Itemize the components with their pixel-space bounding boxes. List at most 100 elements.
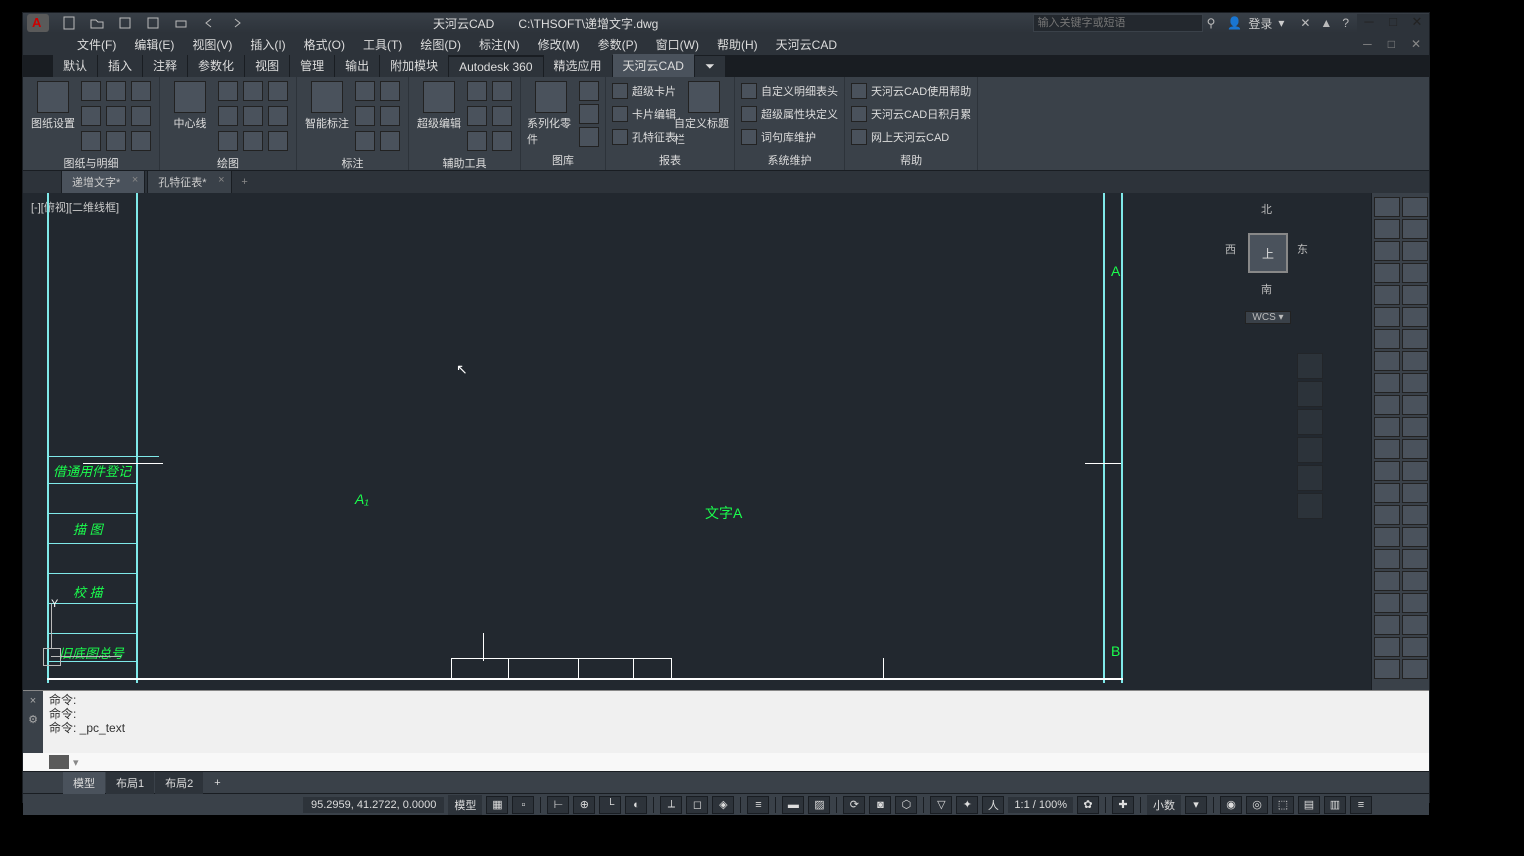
osnap-toggle[interactable]: ◻ bbox=[686, 796, 708, 814]
menu-window[interactable]: 窗口(W) bbox=[648, 34, 707, 55]
p1-icon[interactable] bbox=[106, 106, 126, 126]
menu-modify[interactable]: 修改(M) bbox=[530, 34, 588, 55]
p2-icon[interactable] bbox=[268, 81, 288, 101]
p4-icon[interactable] bbox=[467, 131, 487, 151]
viewcube-west[interactable]: 西 bbox=[1225, 241, 1236, 257]
gizmo-toggle[interactable]: ✦ bbox=[956, 796, 978, 814]
tab-a360[interactable]: Autodesk 360 bbox=[449, 57, 542, 77]
tool-icon[interactable] bbox=[1402, 197, 1428, 217]
tool-icon[interactable] bbox=[1374, 263, 1400, 283]
mdi-minimize[interactable]: ─ bbox=[1355, 35, 1380, 53]
p4-icon[interactable] bbox=[492, 81, 512, 101]
qat-redo-icon[interactable] bbox=[229, 15, 245, 31]
nav-showmotion-icon[interactable] bbox=[1297, 465, 1323, 491]
custom-detail-header-button[interactable]: 自定义明细表头 bbox=[741, 81, 838, 101]
p3-icon[interactable] bbox=[380, 81, 400, 101]
nav-zoom-icon[interactable] bbox=[1297, 409, 1323, 435]
p5-icon[interactable] bbox=[579, 81, 599, 101]
qat-saveas-icon[interactable] bbox=[145, 15, 161, 31]
close-button[interactable]: ✕ bbox=[1405, 14, 1429, 32]
3d-toggle[interactable]: ◙ bbox=[869, 796, 891, 814]
nav-more-icon[interactable] bbox=[1297, 493, 1323, 519]
viewcube-south[interactable]: 南 bbox=[1261, 281, 1272, 297]
qat-open-icon[interactable] bbox=[89, 15, 105, 31]
p4-icon[interactable] bbox=[467, 81, 487, 101]
p3-icon[interactable] bbox=[355, 81, 375, 101]
menu-param[interactable]: 参数(P) bbox=[590, 34, 646, 55]
tool-icon[interactable] bbox=[1374, 373, 1400, 393]
super-attr-block-button[interactable]: 超级属性块定义 bbox=[741, 104, 838, 124]
mdi-restore[interactable]: □ bbox=[1380, 35, 1403, 53]
new-dwg-tab-button[interactable]: + bbox=[234, 176, 256, 188]
tool-icon[interactable] bbox=[1374, 417, 1400, 437]
tool-icon[interactable] bbox=[1402, 263, 1428, 283]
wcs-selector[interactable]: WCS ▾ bbox=[1245, 311, 1291, 324]
thcad-web-button[interactable]: 网上天河云CAD bbox=[851, 127, 971, 147]
command-input-bar[interactable]: ▾ bbox=[23, 753, 1429, 771]
p2-icon[interactable] bbox=[218, 106, 238, 126]
nav-orbit-icon[interactable] bbox=[1297, 437, 1323, 463]
tool-icon[interactable] bbox=[1402, 219, 1428, 239]
tool-icon[interactable] bbox=[1402, 351, 1428, 371]
custom-titleblock-button[interactable]: 自定义标题栏 bbox=[680, 81, 728, 147]
viewcube-top[interactable]: 上 bbox=[1248, 233, 1288, 273]
viewcube[interactable]: 北 南 东 西 上 WCS ▾ bbox=[1223, 199, 1313, 329]
tool-icon[interactable] bbox=[1374, 241, 1400, 261]
cmd-close-icon[interactable]: × bbox=[30, 695, 36, 707]
p1-icon[interactable] bbox=[131, 106, 151, 126]
p2-icon[interactable] bbox=[243, 106, 263, 126]
drawing-setup-button[interactable]: 图纸设置 bbox=[29, 81, 77, 131]
tab-featured[interactable]: 精选应用 bbox=[544, 54, 612, 77]
model-space-toggle[interactable]: 模型 bbox=[448, 795, 482, 815]
polar-toggle[interactable]: ◐ bbox=[625, 796, 647, 814]
snap-toggle[interactable]: ▫ bbox=[512, 796, 534, 814]
tool-icon[interactable] bbox=[1374, 505, 1400, 525]
maximize-button[interactable]: □ bbox=[1381, 14, 1405, 32]
super-card-button[interactable]: 超级卡片 bbox=[612, 81, 676, 101]
tool-icon[interactable] bbox=[1374, 527, 1400, 547]
layout-add-button[interactable]: + bbox=[204, 774, 230, 792]
qp-icon[interactable]: ◉ bbox=[1220, 796, 1242, 814]
layout-tab-1[interactable]: 布局1 bbox=[106, 772, 154, 794]
grid-toggle[interactable]: ▦ bbox=[486, 796, 508, 814]
cmd-handle-icon[interactable] bbox=[49, 755, 69, 769]
3dosnap-toggle[interactable]: ◈ bbox=[712, 796, 734, 814]
tool-icon[interactable] bbox=[1402, 417, 1428, 437]
viewcube-north[interactable]: 北 bbox=[1261, 201, 1272, 217]
menu-help[interactable]: 帮助(H) bbox=[709, 34, 766, 55]
qat-undo-icon[interactable] bbox=[201, 15, 217, 31]
p1-icon[interactable] bbox=[131, 81, 151, 101]
tab-annotate[interactable]: 注释 bbox=[143, 54, 187, 77]
tab-thcad[interactable]: 天河云CAD bbox=[613, 54, 694, 77]
hardware-accel-icon[interactable]: ▤ bbox=[1298, 796, 1320, 814]
menu-insert[interactable]: 插入(I) bbox=[242, 34, 293, 55]
p2-icon[interactable] bbox=[268, 131, 288, 151]
phrase-lib-button[interactable]: 词句库维护 bbox=[741, 127, 838, 147]
p4-icon[interactable] bbox=[492, 131, 512, 151]
hole-table-button[interactable]: 孔特征表 bbox=[612, 127, 676, 147]
infocenter-icon[interactable]: ⚲ bbox=[1203, 16, 1220, 30]
pan-icon[interactable]: ✚ bbox=[1112, 796, 1134, 814]
units-selector[interactable]: 小数 bbox=[1147, 795, 1181, 815]
p3-icon[interactable] bbox=[380, 131, 400, 151]
transparency-toggle[interactable]: ▨ bbox=[808, 796, 830, 814]
tool-icon[interactable] bbox=[1374, 637, 1400, 657]
tool-icon[interactable] bbox=[1374, 483, 1400, 503]
tool-icon[interactable] bbox=[1402, 395, 1428, 415]
p1-icon[interactable] bbox=[81, 81, 101, 101]
menu-dim[interactable]: 标注(N) bbox=[471, 34, 528, 55]
command-lines[interactable]: 命令: 命令: 命令: _pc_text bbox=[43, 691, 1429, 753]
p5-icon[interactable] bbox=[579, 127, 599, 147]
close-icon[interactable]: × bbox=[218, 174, 224, 186]
tab-view[interactable]: 视图 bbox=[245, 54, 289, 77]
quick-properties-toggle[interactable]: ▾ bbox=[1185, 796, 1207, 814]
thcad-daily-button[interactable]: 天河云CAD日积月累 bbox=[851, 104, 971, 124]
p4-icon[interactable] bbox=[467, 106, 487, 126]
menu-thcad[interactable]: 天河云CAD bbox=[768, 34, 845, 55]
lineweight-toggle[interactable]: ▬ bbox=[782, 796, 804, 814]
tool-icon[interactable] bbox=[1374, 461, 1400, 481]
tool-icon[interactable] bbox=[1374, 659, 1400, 679]
app-logo[interactable] bbox=[27, 14, 49, 32]
minimize-button[interactable]: ─ bbox=[1357, 14, 1381, 32]
smart-dim-button[interactable]: 智能标注 bbox=[303, 81, 351, 131]
